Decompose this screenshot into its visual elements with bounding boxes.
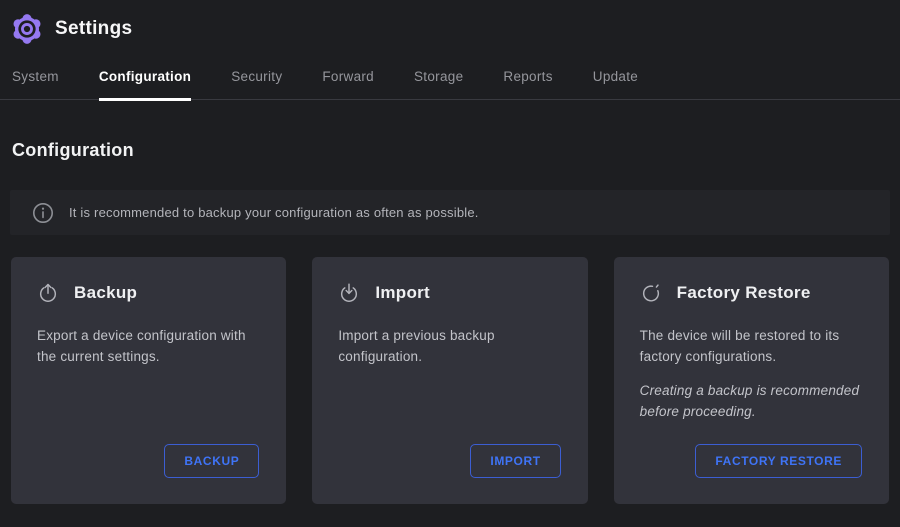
card-description: Import a previous backup configuration. bbox=[338, 325, 561, 367]
backup-recommendation-banner: It is recommended to backup your configu… bbox=[10, 190, 890, 235]
settings-tab-bar: System Configuration Security Forward St… bbox=[0, 63, 900, 100]
card-backup: Backup Export a device configuration wit… bbox=[11, 257, 286, 504]
factory-restore-button[interactable]: FACTORY RESTORE bbox=[695, 444, 862, 478]
app-title: Settings bbox=[55, 18, 132, 40]
card-factory-restore-header: Factory Restore bbox=[640, 282, 863, 304]
info-icon bbox=[31, 201, 55, 225]
card-title: Backup bbox=[74, 283, 137, 303]
card-backup-header: Backup bbox=[37, 282, 260, 304]
app-header: Settings bbox=[0, 0, 900, 48]
tab-storage[interactable]: Storage bbox=[414, 63, 463, 101]
tab-system[interactable]: System bbox=[12, 63, 59, 101]
card-import-header: Import bbox=[338, 282, 561, 304]
tab-security[interactable]: Security bbox=[231, 63, 282, 101]
card-warning-note: Creating a backup is recommended before … bbox=[640, 380, 863, 422]
gear-icon bbox=[10, 12, 44, 46]
tab-forward[interactable]: Forward bbox=[322, 63, 374, 101]
backup-export-icon bbox=[37, 282, 59, 304]
card-factory-restore: Factory Restore The device will be resto… bbox=[614, 257, 889, 504]
settings-page: { "header": { "title": "Settings", "icon… bbox=[0, 0, 900, 527]
tab-reports[interactable]: Reports bbox=[503, 63, 552, 101]
banner-text: It is recommended to backup your configu… bbox=[69, 205, 479, 220]
card-import: Import Import a previous backup configur… bbox=[312, 257, 587, 504]
backup-button[interactable]: BACKUP bbox=[164, 444, 259, 478]
card-description: Export a device configuration with the c… bbox=[37, 325, 260, 367]
card-title: Import bbox=[375, 283, 430, 303]
card-title: Factory Restore bbox=[677, 283, 811, 303]
factory-restore-icon bbox=[640, 282, 662, 304]
import-download-icon bbox=[338, 282, 360, 304]
import-button[interactable]: IMPORT bbox=[470, 444, 560, 478]
card-description: The device will be restored to its facto… bbox=[640, 325, 863, 367]
tab-update[interactable]: Update bbox=[593, 63, 638, 101]
configuration-cards: Backup Export a device configuration wit… bbox=[11, 257, 889, 504]
tab-configuration[interactable]: Configuration bbox=[99, 63, 191, 101]
page-title: Configuration bbox=[12, 140, 900, 161]
